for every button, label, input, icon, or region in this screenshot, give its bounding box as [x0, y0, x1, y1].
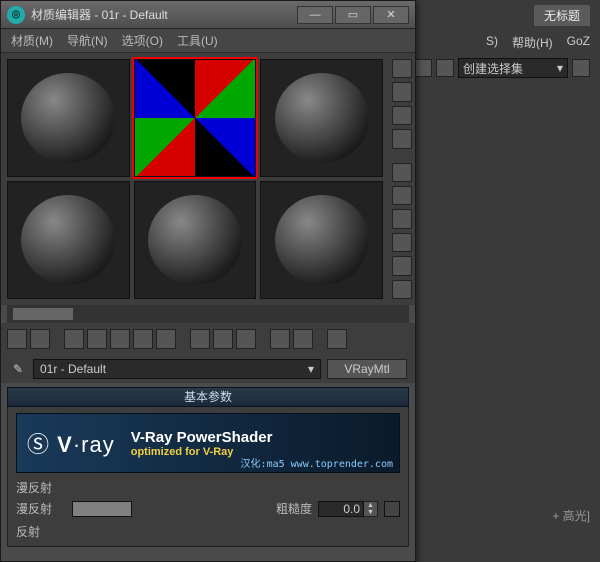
- bg-tool-icon[interactable]: [436, 59, 454, 77]
- show-end-icon[interactable]: [236, 329, 256, 349]
- select-by-icon[interactable]: [392, 233, 412, 252]
- selection-set-label: 创建选择集: [463, 60, 523, 77]
- sample-type-icon[interactable]: [392, 59, 412, 78]
- vray-title: V-Ray PowerShader: [131, 429, 389, 446]
- menubar: 材质(M) 导航(N) 选项(O) 工具(U): [1, 29, 415, 53]
- go-sibling-icon[interactable]: [293, 329, 313, 349]
- sample-slot[interactable]: [7, 181, 130, 299]
- color-check-icon[interactable]: [392, 163, 412, 182]
- roughness-value[interactable]: 0.0: [318, 501, 364, 517]
- rollup-header-basic[interactable]: 基本参数: [7, 387, 409, 407]
- menu-navigate[interactable]: 导航(N): [67, 32, 108, 49]
- eyedropper-icon[interactable]: ✎: [9, 360, 27, 378]
- diffuse-label: 漫反射: [16, 500, 66, 517]
- app-logo-icon: ◎: [7, 6, 25, 24]
- show-map-icon[interactable]: [213, 329, 233, 349]
- material-preview: [21, 73, 115, 163]
- make-preview-icon[interactable]: [392, 186, 412, 205]
- bg-tool-icon[interactable]: [572, 59, 590, 77]
- sample-slot-selected[interactable]: [134, 59, 257, 177]
- sample-slot[interactable]: [7, 59, 130, 177]
- put-to-library-icon[interactable]: [156, 329, 176, 349]
- selection-set-dropdown[interactable]: 创建选择集 ▾: [458, 58, 568, 78]
- menu-help[interactable]: 帮助(H): [512, 34, 553, 51]
- background-icon[interactable]: [392, 106, 412, 125]
- get-material-icon[interactable]: [7, 329, 27, 349]
- sample-slot[interactable]: [260, 59, 383, 177]
- side-toolbar: [389, 53, 415, 305]
- chevron-down-icon: ▾: [557, 61, 563, 75]
- put-to-scene-icon[interactable]: [30, 329, 50, 349]
- tab-untitled[interactable]: 无标题: [534, 5, 590, 26]
- window-title: 材质编辑器 - 01r - Default: [31, 6, 297, 23]
- material-toolbar: [1, 323, 415, 355]
- backlight-icon[interactable]: [392, 82, 412, 101]
- material-preview: [275, 73, 369, 163]
- maximize-button[interactable]: ▭: [335, 6, 371, 24]
- material-preview: [148, 195, 242, 285]
- diffuse-section-label: 漫反射: [16, 479, 400, 496]
- material-name-value: 01r - Default: [40, 362, 106, 376]
- material-type-button[interactable]: VRayMtl: [327, 359, 407, 379]
- highlight-label: + 高光]: [552, 507, 590, 524]
- vray-logo: Ⓢ V·ray: [27, 427, 115, 459]
- spinner-up-icon[interactable]: ▲: [364, 502, 377, 509]
- material-preview: [21, 195, 115, 285]
- roughness-map-button[interactable]: [384, 501, 400, 517]
- assign-icon[interactable]: [64, 329, 84, 349]
- menu-material[interactable]: 材质(M): [11, 32, 53, 49]
- material-editor-window: ◎ 材质编辑器 - 01r - Default — ▭ ✕ 材质(M) 导航(N…: [0, 0, 416, 562]
- pick-from-icon[interactable]: [392, 280, 412, 299]
- bg-tool-icon[interactable]: [414, 59, 432, 77]
- minimize-button[interactable]: —: [297, 6, 333, 24]
- menu-s[interactable]: S): [486, 34, 498, 51]
- spinner-down-icon[interactable]: ▼: [364, 509, 377, 516]
- vray-credit: 汉化:ma5 www.toprender.com: [241, 455, 393, 470]
- reset-icon[interactable]: [87, 329, 107, 349]
- sample-slot[interactable]: [134, 181, 257, 299]
- material-preview: [275, 195, 369, 285]
- pick-icon[interactable]: [327, 329, 347, 349]
- horizontal-scrollbar[interactable]: [7, 305, 409, 323]
- vray-banner: Ⓢ V·ray V-Ray PowerShader optimized for …: [16, 413, 400, 473]
- scrollbar-thumb[interactable]: [13, 308, 73, 320]
- menu-options[interactable]: 选项(O): [122, 32, 163, 49]
- uv-tile-icon[interactable]: [392, 129, 412, 148]
- reflect-section-label: 反射: [16, 523, 400, 540]
- menu-tools[interactable]: 工具(U): [177, 32, 218, 49]
- options-icon[interactable]: [392, 209, 412, 228]
- close-button[interactable]: ✕: [373, 6, 409, 24]
- menu-goz[interactable]: GoZ: [567, 34, 590, 51]
- sample-slots: [1, 53, 389, 305]
- chevron-down-icon: ▾: [308, 362, 314, 376]
- make-unique-icon[interactable]: [133, 329, 153, 349]
- go-parent-icon[interactable]: [270, 329, 290, 349]
- material-name-dropdown[interactable]: 01r - Default ▾: [33, 359, 321, 379]
- material-id-icon[interactable]: [392, 256, 412, 275]
- make-copy-icon[interactable]: [110, 329, 130, 349]
- effects-icon[interactable]: [190, 329, 210, 349]
- roughness-label: 粗糙度: [276, 500, 312, 517]
- checker-env: [135, 60, 256, 176]
- diffuse-color-swatch[interactable]: [72, 501, 132, 517]
- sample-slot[interactable]: [260, 181, 383, 299]
- roughness-spinner[interactable]: 0.0 ▲▼: [318, 501, 378, 517]
- titlebar[interactable]: ◎ 材质编辑器 - 01r - Default — ▭ ✕: [1, 1, 415, 29]
